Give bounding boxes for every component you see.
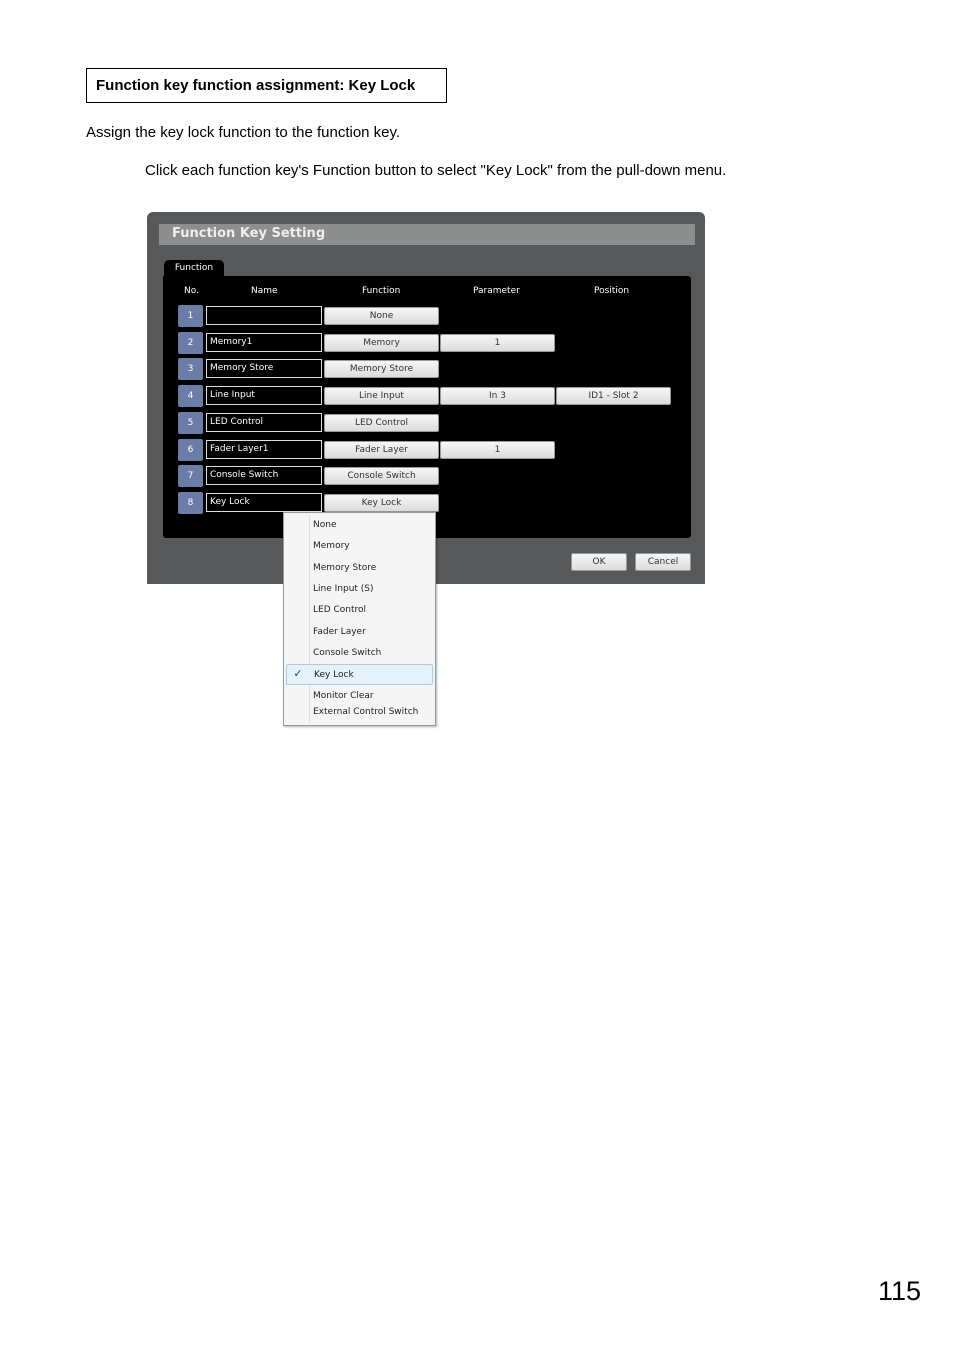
menu-item[interactable]: LED Control — [286, 600, 433, 620]
key-number[interactable]: 8 — [178, 491, 203, 514]
menu-item-label: Memory — [313, 541, 350, 551]
menu-item[interactable]: Console Switch — [286, 643, 433, 663]
function-dropdown-menu: None Memory Memory Store Line Input (S) LED … — [283, 512, 436, 726]
menu-item[interactable]: Line Input (S) — [286, 579, 433, 599]
dialog-titlebar: Function Key Setting — [159, 224, 695, 245]
function-key-row: 8 Key Lock Key Lock — [163, 491, 691, 514]
menu-item-label: LED Control — [313, 605, 367, 615]
function-button[interactable]: None — [324, 307, 439, 325]
name-input[interactable] — [206, 306, 322, 325]
menu-item-label: External Control Switch — [313, 707, 419, 717]
menu-item[interactable]: Memory Store — [286, 558, 433, 578]
function-key-row: 1 None — [163, 305, 691, 327]
function-panel: No. Name Function Parameter Position 1 No… — [163, 276, 691, 538]
function-button[interactable]: Memory — [324, 333, 439, 352]
dialog-title: Function Key Setting — [172, 226, 326, 241]
function-key-row: 5 LED Control LED Control — [163, 411, 691, 434]
name-input[interactable]: Console Switch — [206, 466, 322, 486]
name-input[interactable]: LED Control — [206, 412, 322, 432]
menu-item-label: Console Switch — [313, 648, 382, 658]
key-number[interactable]: 7 — [178, 465, 203, 488]
parameter-button[interactable]: 1 — [440, 440, 555, 459]
key-number[interactable]: 2 — [178, 331, 203, 354]
function-button[interactable]: Line Input — [324, 387, 439, 406]
function-button[interactable]: Fader Layer — [324, 440, 439, 459]
section-title: Function key function assignment: Key Lo… — [86, 68, 447, 103]
menu-item[interactable]: Memory — [286, 536, 433, 556]
menu-item[interactable]: ✓ Key Lock — [286, 664, 433, 685]
column-header-position: Position — [594, 286, 630, 296]
name-input[interactable]: Memory Store — [206, 359, 322, 379]
menu-item-label: Fader Layer — [313, 627, 366, 637]
name-input[interactable]: Fader Layer1 — [206, 439, 322, 459]
ok-button[interactable]: OK — [571, 553, 627, 571]
parameter-button[interactable]: In 3 — [440, 387, 555, 406]
name-input[interactable]: Line Input — [206, 386, 322, 406]
key-number[interactable]: 1 — [178, 305, 203, 327]
column-header-parameter: Parameter — [473, 286, 520, 296]
key-number[interactable]: 5 — [178, 411, 203, 434]
position-button[interactable]: ID1 - Slot 2 — [556, 387, 671, 406]
function-button[interactable]: Console Switch — [324, 467, 439, 486]
menu-item[interactable]: External Control Switch — [286, 702, 433, 722]
name-input[interactable]: Memory1 — [206, 332, 322, 352]
instruction-text: Click each function key's Function butto… — [145, 162, 727, 179]
menu-item[interactable]: Fader Layer — [286, 622, 433, 642]
function-button[interactable]: LED Control — [324, 413, 439, 432]
tab-function[interactable]: Function — [164, 260, 224, 277]
intro-text: Assign the key lock function to the func… — [86, 124, 401, 141]
function-key-row: 4 Line Input Line Input In 3 ID1 - Slot 2 — [163, 385, 691, 408]
menu-item[interactable]: None — [286, 515, 433, 535]
function-key-row: 2 Memory1 Memory 1 — [163, 331, 691, 354]
column-header-name: Name — [251, 286, 278, 296]
menu-item-label: Memory Store — [313, 563, 377, 573]
menu-item-label: None — [313, 520, 337, 530]
page-number: 115 — [878, 1276, 922, 1306]
checkmark-icon: ✓ — [293, 667, 303, 680]
key-number[interactable]: 4 — [178, 385, 203, 408]
key-number[interactable]: 3 — [178, 358, 203, 381]
function-button[interactable]: Memory Store — [324, 360, 439, 379]
function-key-row: 3 Memory Store Memory Store — [163, 358, 691, 381]
name-input[interactable]: Key Lock — [206, 492, 322, 512]
column-header-no: No. — [184, 286, 199, 296]
parameter-button[interactable]: 1 — [440, 333, 555, 352]
menu-item-label: Key Lock — [314, 670, 354, 680]
function-button[interactable]: Key Lock — [324, 493, 439, 512]
key-number[interactable]: 6 — [178, 438, 203, 461]
function-key-row: 6 Fader Layer1 Fader Layer 1 — [163, 438, 691, 461]
menu-item-label: Line Input (S) — [313, 584, 374, 594]
column-header-function: Function — [362, 286, 401, 296]
function-key-row: 7 Console Switch Console Switch — [163, 465, 691, 488]
cancel-button[interactable]: Cancel — [635, 553, 691, 571]
